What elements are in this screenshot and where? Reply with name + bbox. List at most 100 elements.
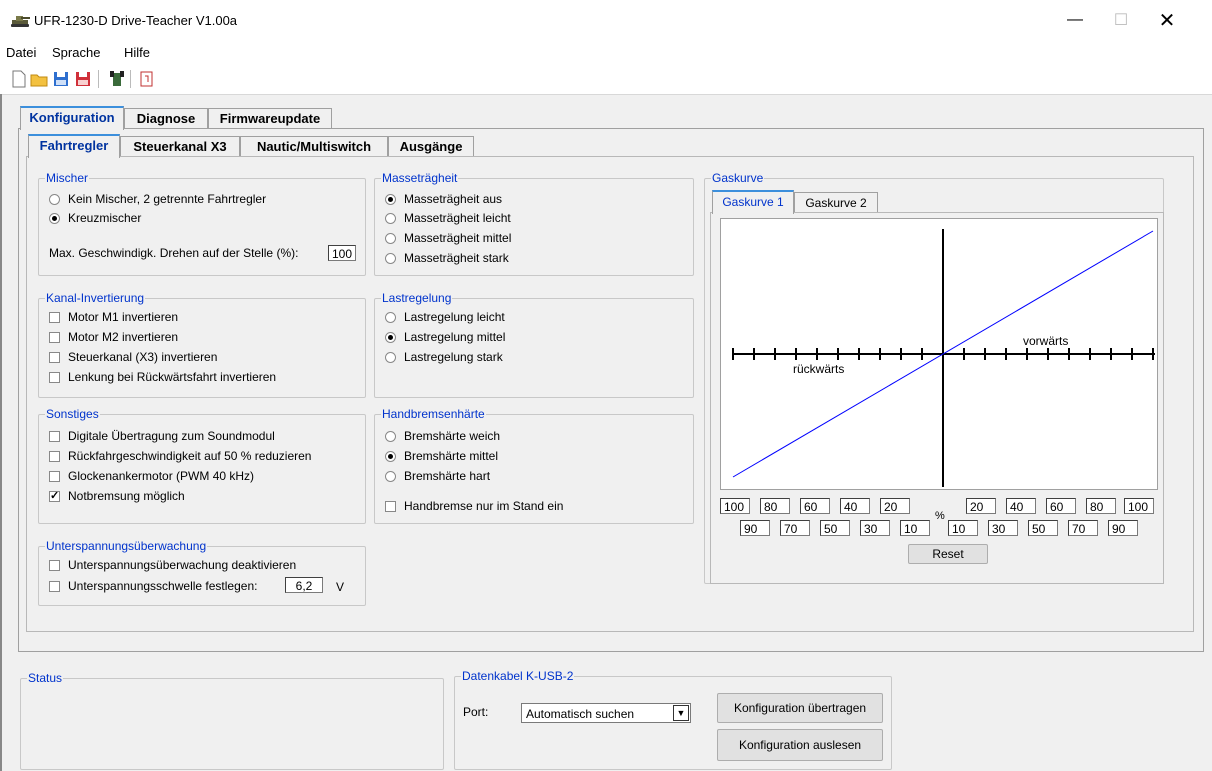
gaskurve-value-input[interactable]: 70 bbox=[780, 520, 810, 536]
radio-last-leicht[interactable]: Lastregelung leicht bbox=[385, 310, 505, 324]
gaskurve-value-input[interactable]: 100 bbox=[1124, 498, 1154, 514]
gaskurve-value-input[interactable]: 60 bbox=[800, 498, 830, 514]
checkbox-box[interactable] bbox=[49, 470, 60, 482]
chevron-down-icon[interactable]: ▼ bbox=[673, 705, 689, 721]
checkbox-box[interactable] bbox=[49, 580, 60, 592]
gaskurve-value-input[interactable]: 70 bbox=[1068, 520, 1098, 536]
radio-circle[interactable] bbox=[49, 212, 60, 224]
radio-masse-mittel[interactable]: Masseträgheit mittel bbox=[385, 231, 511, 245]
gaskurve-value-input[interactable]: 50 bbox=[820, 520, 850, 536]
gaskurve-value-input[interactable]: 90 bbox=[740, 520, 770, 536]
tab-firmwareupdate[interactable]: Firmwareupdate bbox=[208, 108, 332, 129]
checkbox-box[interactable] bbox=[49, 311, 60, 323]
checkbox-steuerkanal[interactable]: Steuerkanal (X3) invertieren bbox=[49, 350, 217, 364]
threshold-input[interactable]: 6,2 bbox=[285, 577, 323, 593]
gaskurve-value-input[interactable]: 40 bbox=[1006, 498, 1036, 514]
radio-circle[interactable] bbox=[385, 331, 396, 343]
menu-sprache[interactable]: Sprache bbox=[52, 45, 100, 60]
checkbox-digital-sound[interactable]: Digitale Übertragung zum Soundmodul bbox=[49, 429, 275, 443]
close-button[interactable]: ✕ bbox=[1144, 0, 1190, 40]
checkbox-box[interactable] bbox=[49, 371, 60, 383]
menu-datei[interactable]: Datei bbox=[6, 45, 36, 60]
save-as-icon[interactable] bbox=[74, 70, 92, 88]
radio-kreuzmischer[interactable]: Kreuzmischer bbox=[49, 211, 141, 225]
gaskurve-chart[interactable]: vorwärts rückwärts bbox=[720, 218, 1158, 490]
radio-brems-weich[interactable]: Bremshärte weich bbox=[385, 429, 500, 443]
tab-fahrtregler[interactable]: Fahrtregler bbox=[28, 134, 120, 158]
radio-masse-stark[interactable]: Masseträgheit stark bbox=[385, 251, 509, 265]
checkbox-box[interactable] bbox=[49, 450, 60, 462]
tab-konfiguration[interactable]: Konfiguration bbox=[20, 106, 124, 130]
radio-circle[interactable] bbox=[385, 212, 396, 224]
checkbox-rueckfahr[interactable]: Rückfahrgeschwindigkeit auf 50 % reduzie… bbox=[49, 449, 311, 463]
konfiguration-auslesen-button[interactable]: Konfiguration auslesen bbox=[717, 729, 883, 761]
radio-last-stark[interactable]: Lastregelung stark bbox=[385, 350, 503, 364]
radio-brems-hart[interactable]: Bremshärte hart bbox=[385, 469, 490, 483]
radio-circle[interactable] bbox=[385, 252, 396, 264]
option-label: Masseträgheit stark bbox=[404, 251, 509, 265]
radio-kein-mischer[interactable]: Kein Mischer, 2 getrennte Fahrtregler bbox=[49, 192, 266, 206]
checkbox-unterspannungsschwelle[interactable]: Unterspannungsschwelle festlegen: bbox=[49, 579, 257, 593]
device-icon[interactable] bbox=[108, 70, 126, 88]
save-icon[interactable] bbox=[52, 70, 70, 88]
gaskurve-value-input[interactable]: 100 bbox=[720, 498, 750, 514]
checkbox-box[interactable]: ✓ bbox=[49, 490, 60, 502]
sonstiges-legend: Sonstiges bbox=[45, 407, 100, 421]
radio-circle[interactable] bbox=[385, 193, 396, 205]
radio-circle[interactable] bbox=[385, 470, 396, 482]
gaskurve-value-input[interactable]: 10 bbox=[900, 520, 930, 536]
checkbox-box[interactable] bbox=[49, 430, 60, 442]
gaskurve-value-input[interactable]: 90 bbox=[1108, 520, 1138, 536]
gaskurve-value-input[interactable]: 20 bbox=[966, 498, 996, 514]
new-file-icon[interactable] bbox=[10, 70, 28, 88]
option-label: Lastregelung stark bbox=[404, 350, 503, 364]
maximize-button[interactable]: ☐ bbox=[1098, 0, 1144, 40]
reset-button[interactable]: Reset bbox=[908, 544, 988, 564]
checkbox-notbremsung[interactable]: ✓ Notbremsung möglich bbox=[49, 489, 185, 503]
radio-circle[interactable] bbox=[385, 232, 396, 244]
checkbox-box[interactable] bbox=[49, 351, 60, 363]
tab-nautic-multiswitch[interactable]: Nautic/Multiswitch bbox=[240, 136, 388, 157]
radio-masse-aus[interactable]: Masseträgheit aus bbox=[385, 192, 502, 206]
checkbox-motor-m1[interactable]: Motor M1 invertieren bbox=[49, 310, 178, 324]
exit-icon[interactable] bbox=[138, 70, 156, 88]
menu-hilfe[interactable]: Hilfe bbox=[124, 45, 150, 60]
gaskurve-value-input[interactable]: 50 bbox=[1028, 520, 1058, 536]
radio-circle[interactable] bbox=[49, 193, 60, 205]
gaskurve-value-input[interactable]: 80 bbox=[760, 498, 790, 514]
gaskurve-value-input[interactable]: 30 bbox=[860, 520, 890, 536]
radio-circle[interactable] bbox=[385, 450, 396, 462]
open-folder-icon[interactable] bbox=[30, 70, 48, 88]
checkbox-handbremse-stand[interactable]: Handbremse nur im Stand ein bbox=[385, 499, 563, 513]
tab-diagnose[interactable]: Diagnose bbox=[124, 108, 208, 129]
radio-circle[interactable] bbox=[385, 351, 396, 363]
gaskurve-value-input[interactable]: 30 bbox=[988, 520, 1018, 536]
tab-ausgaenge[interactable]: Ausgänge bbox=[388, 136, 474, 157]
radio-circle[interactable] bbox=[385, 311, 396, 323]
checkbox-box[interactable] bbox=[49, 331, 60, 343]
checkbox-lenkung[interactable]: Lenkung bei Rückwärtsfahrt invertieren bbox=[49, 370, 276, 384]
minimize-button[interactable]: — bbox=[1052, 0, 1098, 40]
gaskurve-value-input[interactable]: 60 bbox=[1046, 498, 1076, 514]
radio-circle[interactable] bbox=[385, 430, 396, 442]
max-speed-input[interactable]: 100 bbox=[328, 245, 356, 261]
title-bar: UFR-1230-D Drive-Teacher V1.00a — ☐ ✕ bbox=[0, 0, 1212, 40]
checkbox-box[interactable] bbox=[385, 500, 396, 512]
checkbox-motor-m2[interactable]: Motor M2 invertieren bbox=[49, 330, 178, 344]
port-select[interactable]: Automatisch suchen ▼ bbox=[521, 703, 691, 723]
gaskurve-value-input[interactable]: 20 bbox=[880, 498, 910, 514]
tab-gaskurve-1[interactable]: Gaskurve 1 bbox=[712, 190, 794, 214]
checkbox-unterspannung-deaktivieren[interactable]: Unterspannungsüberwachung deaktivieren bbox=[49, 558, 296, 572]
checkbox-box[interactable] bbox=[49, 559, 60, 571]
checkbox-glockenanker[interactable]: Glockenankermotor (PWM 40 kHz) bbox=[49, 469, 254, 483]
radio-masse-leicht[interactable]: Masseträgheit leicht bbox=[385, 211, 511, 225]
tab-steuerkanal-x3[interactable]: Steuerkanal X3 bbox=[120, 136, 240, 157]
konfiguration-uebertragen-button[interactable]: Konfiguration übertragen bbox=[717, 693, 883, 723]
tab-gaskurve-2[interactable]: Gaskurve 2 bbox=[794, 192, 878, 213]
gaskurve-value-input[interactable]: 10 bbox=[948, 520, 978, 536]
gaskurve-value-input[interactable]: 80 bbox=[1086, 498, 1116, 514]
radio-brems-mittel[interactable]: Bremshärte mittel bbox=[385, 449, 498, 463]
radio-last-mittel[interactable]: Lastregelung mittel bbox=[385, 330, 505, 344]
gaskurve-value-input[interactable]: 40 bbox=[840, 498, 870, 514]
window-title: UFR-1230-D Drive-Teacher V1.00a bbox=[34, 13, 238, 28]
